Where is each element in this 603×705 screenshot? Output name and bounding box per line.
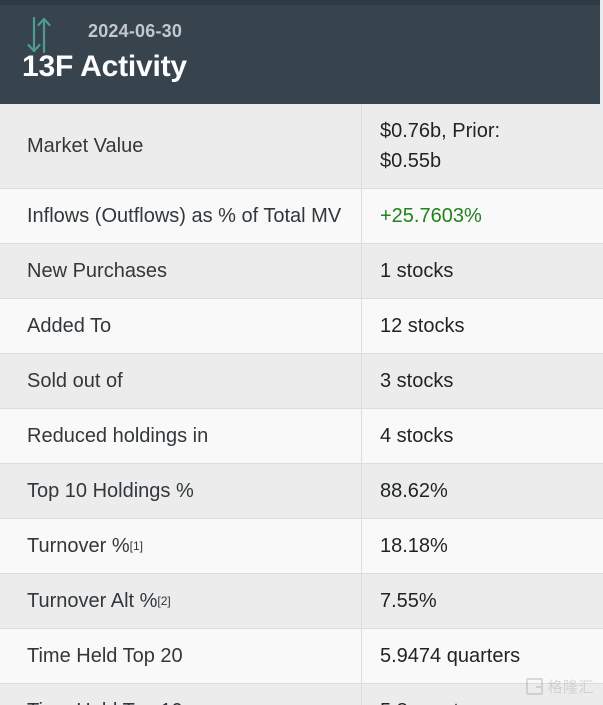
row-value-text: 7.55%: [380, 590, 437, 612]
row-label: Time Held Top 10: [0, 684, 362, 705]
row-value: 5.8 quarters: [362, 684, 603, 705]
row-label: Turnover % [1]: [0, 519, 362, 573]
row-label-text: New Purchases: [27, 260, 168, 282]
row-value-text: +25.7603%: [380, 205, 482, 227]
row-label: Turnover Alt % [2]: [0, 574, 362, 628]
table-row: Turnover Alt % [2] 7.55%: [0, 574, 603, 629]
row-value: $0.76b, Prior: $0.55b: [362, 104, 603, 188]
row-label-text: Time Held Top 10: [27, 696, 183, 705]
row-value-text: 4 stocks: [380, 425, 454, 447]
row-value-text: 12 stocks: [380, 315, 465, 337]
13f-activity-panel: 2024-06-30 13F Activity Market Value $0.7…: [0, 0, 603, 705]
panel-header: 2024-06-30 13F Activity: [0, 0, 603, 104]
row-label-text: Inflows (Outflows) as % of Total MV: [27, 205, 342, 227]
row-label: New Purchases: [0, 244, 362, 298]
row-value: 12 stocks: [362, 299, 603, 353]
row-label-text: Reduced holdings in: [27, 425, 209, 447]
table-row: Time Held Top 10 5.8 quarters: [0, 684, 603, 705]
page-title: 13F Activity: [22, 50, 187, 83]
row-value-text: 88.62%: [380, 480, 448, 502]
row-value: 7.55%: [362, 574, 603, 628]
row-value: 18.18%: [362, 519, 603, 573]
row-label: Added To: [0, 299, 362, 353]
row-label-text: Market Value: [27, 135, 144, 157]
report-date: 2024-06-30: [88, 21, 183, 41]
row-value-line-2: $0.55b: [380, 150, 442, 172]
table-row: Inflows (Outflows) as % of Total MV +25.7…: [0, 189, 603, 244]
row-label-text: Turnover Alt %: [27, 590, 158, 612]
table-row: Added To 12 stocks: [0, 299, 603, 354]
row-value-text: 18.18%: [380, 535, 448, 557]
row-value-text: 5.8 quarters: [380, 696, 487, 705]
table-row: New Purchases 1 stocks: [0, 244, 603, 299]
table-row: Turnover % [1] 18.18%: [0, 519, 603, 574]
row-value-line-1: $0.76b, Prior:: [380, 120, 501, 142]
row-value: 1 stocks: [362, 244, 603, 298]
row-label: Top 10 Holdings %: [0, 464, 362, 518]
row-value: 5.9474 quarters: [362, 629, 603, 683]
row-label: Inflows (Outflows) as % of Total MV: [0, 189, 362, 243]
row-label-text: Top 10 Holdings %: [27, 480, 194, 502]
row-label-text: Sold out of: [27, 370, 123, 392]
row-label: Time Held Top 20: [0, 629, 362, 683]
row-label: Reduced holdings in: [0, 409, 362, 463]
table-row: Sold out of 3 stocks: [0, 354, 603, 409]
table-row: Time Held Top 20 5.9474 quarters: [0, 629, 603, 684]
table-row: Market Value $0.76b, Prior: $0.55b: [0, 104, 603, 189]
row-value-text: 5.9474 quarters: [380, 645, 521, 667]
row-value: +25.7603%: [362, 189, 603, 243]
row-value-text: 1 stocks: [380, 260, 454, 282]
row-label-text: Added To: [27, 315, 112, 337]
row-label-text: Time Held Top 20: [27, 645, 183, 667]
row-value-text: 3 stocks: [380, 370, 454, 392]
table-row: Top 10 Holdings % 88.62%: [0, 464, 603, 519]
row-label-text: Turnover %: [27, 535, 130, 557]
row-label: Sold out of: [0, 354, 362, 408]
table-row: Reduced holdings in 4 stocks: [0, 409, 603, 464]
header-top-strip: [0, 0, 603, 5]
row-value: 4 stocks: [362, 409, 603, 463]
row-label: Market Value: [0, 104, 362, 188]
row-value: 3 stocks: [362, 354, 603, 408]
activity-table: Market Value $0.76b, Prior: $0.55b Inflows …: [0, 104, 603, 705]
row-value: 88.62%: [362, 464, 603, 518]
